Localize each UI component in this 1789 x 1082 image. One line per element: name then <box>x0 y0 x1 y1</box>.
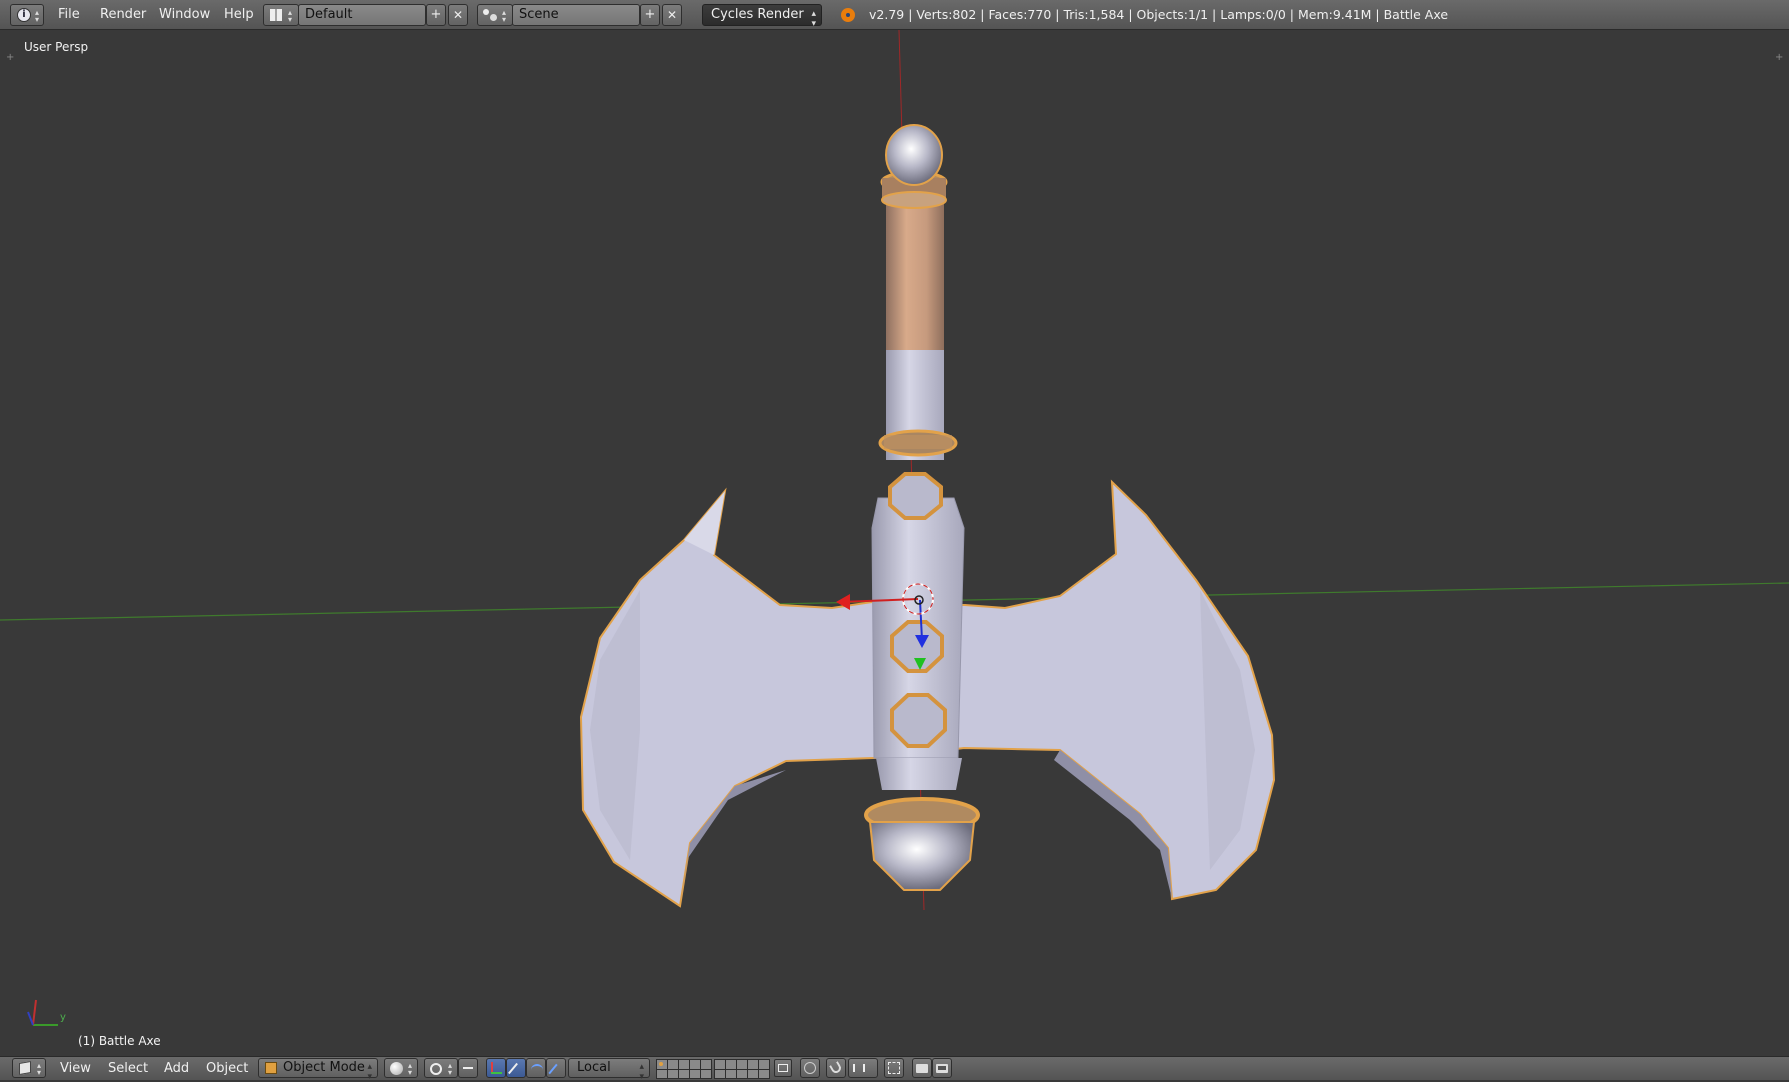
layer-1-button[interactable] <box>657 1060 667 1069</box>
3d-view-header: ▴ ▾ View Select Add Object Object Mode ▴ ▾… <box>0 1056 1789 1082</box>
proportional-editing-toggle[interactable] <box>800 1058 820 1078</box>
manipulator-toggle[interactable] <box>486 1058 506 1078</box>
pivot-icon <box>430 1063 442 1075</box>
mode-dropdown[interactable]: Object Mode ▴ ▾ <box>258 1058 378 1082</box>
viewport-shading-dropdown[interactable]: ▴ ▾ <box>384 1058 418 1078</box>
delete-screen-button[interactable]: ✕ <box>448 4 468 26</box>
menu-help[interactable]: Help <box>224 7 254 22</box>
viewport-shading-icon <box>390 1062 403 1075</box>
scene-statistics: v2.79 | Verts:802 | Faces:770 | Tris:1,5… <box>869 7 1449 22</box>
rotate-manipulator-button[interactable] <box>526 1058 546 1078</box>
opengl-render-animation-button[interactable] <box>932 1058 952 1078</box>
menu-add[interactable]: Add <box>164 1061 189 1076</box>
editor-type-view3d[interactable]: ▴ ▾ <box>12 1058 46 1078</box>
screen-layout-selector[interactable]: ▴ ▾ <box>263 4 299 26</box>
menu-select[interactable]: Select <box>108 1061 148 1076</box>
mode-label: Object Mode <box>283 1060 365 1075</box>
info-header: i ▴ ▾ File Render Window Help ▴ ▾ Default … <box>0 0 1789 30</box>
translate-manipulator-button[interactable] <box>506 1058 526 1078</box>
render-icon <box>916 1064 928 1073</box>
orientation-axes-widget <box>27 999 58 1026</box>
snap-element-dropdown[interactable] <box>848 1058 878 1078</box>
menu-window[interactable]: Window <box>159 7 210 22</box>
scene-field[interactable]: Scene <box>512 4 640 26</box>
viewport-scene <box>0 30 1789 1026</box>
menu-view[interactable]: View <box>60 1061 91 1076</box>
scene-selector[interactable]: ▴ ▾ <box>477 4 513 26</box>
rivet-3 <box>890 693 947 748</box>
layers-grid-1[interactable] <box>656 1059 712 1079</box>
snap-toggle[interactable] <box>826 1058 846 1078</box>
orientation-label: Local <box>577 1060 611 1075</box>
scene-icon <box>483 9 497 21</box>
layers-grid-2[interactable] <box>714 1059 770 1079</box>
screen-layout-field[interactable]: Default <box>298 4 426 26</box>
bottom-pommel <box>868 821 976 891</box>
layers-icon[interactable] <box>774 1059 792 1077</box>
delete-scene-button[interactable]: ✕ <box>662 4 682 26</box>
editor-type-button[interactable]: i ▴ ▾ <box>10 4 44 26</box>
menu-object[interactable]: Object <box>206 1061 248 1076</box>
only-origins-toggle[interactable] <box>458 1058 478 1078</box>
render-engine-label: Cycles Render <box>711 7 804 22</box>
rivet-1 <box>888 472 943 520</box>
axis-widget-y-label: y <box>60 1012 66 1023</box>
snap-target-button[interactable] <box>884 1058 904 1078</box>
bottom-collar <box>876 758 962 790</box>
top-pommel <box>885 124 943 186</box>
blender-icon <box>841 8 855 22</box>
add-screen-button[interactable]: + <box>426 4 446 26</box>
screen-layout-icon <box>270 9 282 21</box>
view3d-icon <box>19 1060 31 1076</box>
3d-viewport[interactable]: User Persp (1) Battle Axe + + y <box>0 30 1789 1056</box>
menu-render[interactable]: Render <box>100 7 146 22</box>
object-mode-icon <box>265 1062 277 1074</box>
menu-file[interactable]: File <box>58 7 80 22</box>
pivot-point-dropdown[interactable]: ▴ ▾ <box>424 1058 458 1078</box>
info-icon: i <box>17 8 31 22</box>
opengl-render-button[interactable] <box>912 1058 932 1078</box>
transform-orientation-dropdown[interactable]: Local ▴ ▾ <box>568 1058 650 1082</box>
scale-manipulator-button[interactable] <box>546 1058 566 1078</box>
render-engine-dropdown[interactable]: Cycles Render ▴ ▾ <box>702 4 822 29</box>
add-scene-button[interactable]: + <box>640 4 660 26</box>
